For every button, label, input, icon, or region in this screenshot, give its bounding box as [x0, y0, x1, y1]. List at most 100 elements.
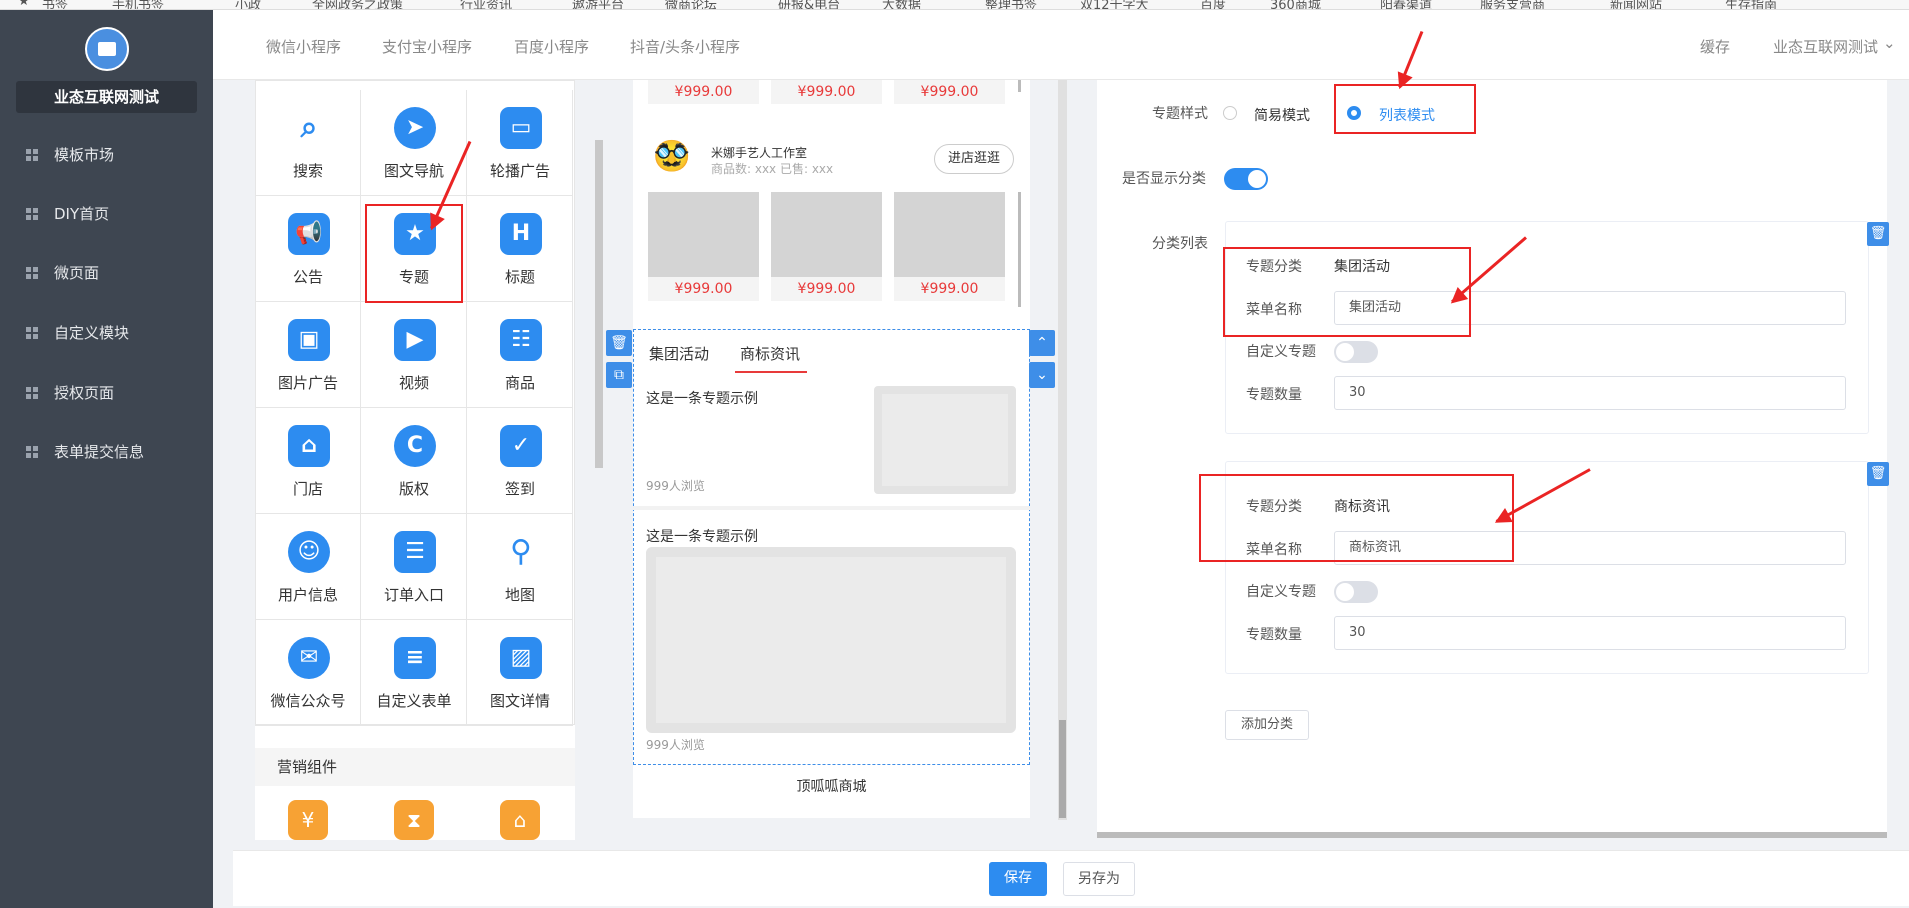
- component-label: 用户信息: [277, 586, 338, 604]
- move-up-button[interactable]: ⌃: [1029, 330, 1055, 356]
- delete-component-button[interactable]: 🗑: [606, 330, 632, 356]
- bookmark-item[interactable]: 小政: [235, 0, 261, 9]
- image-placeholder-icon: [874, 386, 1016, 494]
- article-title: 这是一条专题示例: [646, 529, 758, 545]
- price-label: ¥999.00: [771, 80, 882, 104]
- component-label: 版权: [398, 480, 429, 498]
- delete-category-button[interactable]: 🗑: [1867, 222, 1889, 246]
- product-image: [648, 192, 759, 277]
- coupon-icon[interactable]: ¥: [288, 800, 328, 840]
- bookmark-item[interactable]: 360商城: [1270, 0, 1321, 9]
- topic-count-input[interactable]: 30: [1334, 616, 1846, 650]
- component-search[interactable]: ⌕ 搜索: [255, 90, 361, 196]
- bookmark-item[interactable]: 行业资讯: [460, 0, 512, 9]
- article-title: 这是一条专题示例: [646, 391, 758, 407]
- bookmark-item[interactable]: 服务支营商: [1480, 0, 1545, 9]
- component-order-entry[interactable]: ☰ 订单入口: [361, 514, 467, 620]
- component-heading[interactable]: H 标题: [467, 196, 573, 302]
- sidebar-item-micro-page[interactable]: 微页面: [26, 258, 99, 288]
- bookmark-item[interactable]: 手机书签: [112, 0, 164, 9]
- topic-count-input[interactable]: 30: [1334, 376, 1846, 410]
- basket-icon: ☷: [500, 319, 542, 361]
- picture-detail-icon: ▨: [500, 637, 542, 679]
- account-menu[interactable]: 业态互联网测试: [1773, 36, 1878, 57]
- bookmark-item[interactable]: 全网政务之政策: [312, 0, 403, 9]
- component-video[interactable]: ▶ 视频: [361, 302, 467, 408]
- sidebar-item-template-market[interactable]: 模板市场: [26, 140, 114, 170]
- category-list-label: 分类列表: [1152, 236, 1208, 252]
- topic-count-label: 专题数量: [1246, 387, 1302, 403]
- bookmark-item[interactable]: 生存指南: [1725, 0, 1777, 9]
- bookmark-bar: ★ 书签 手机书签 小政 全网政务之政策 行业资讯 遨游平台 微商论坛 研报&电…: [0, 0, 1909, 10]
- bookmark-item[interactable]: 双12千字大: [1080, 0, 1149, 9]
- tab-douyin-miniprogram[interactable]: 抖音/头条小程序: [630, 36, 740, 57]
- sidebar-item-label: 授权页面: [54, 384, 115, 402]
- component-label: 地图: [504, 586, 535, 604]
- config-horizontal-scrollbar[interactable]: [1097, 832, 1887, 838]
- bookmark-item[interactable]: 阳春渠道: [1380, 0, 1432, 9]
- bookmark-item[interactable]: 新闻网站: [1610, 0, 1662, 9]
- component-label: 门店: [292, 480, 323, 498]
- carousel-icon: ▭: [500, 107, 542, 149]
- add-category-button[interactable]: 添加分类: [1225, 710, 1309, 740]
- cache-button[interactable]: 缓存: [1700, 36, 1730, 57]
- copy-component-button[interactable]: ⧉: [606, 362, 632, 388]
- component-label: 标题: [504, 268, 535, 286]
- custom-topic-toggle[interactable]: [1334, 581, 1378, 603]
- tab-baidu-miniprogram[interactable]: 百度小程序: [514, 36, 589, 57]
- component-user-info[interactable]: ☺ 用户信息: [255, 514, 361, 620]
- clipboard-icon: ☰: [394, 531, 436, 573]
- grid-icon: [26, 267, 38, 279]
- tab-wechat-miniprogram[interactable]: 微信小程序: [266, 36, 341, 57]
- radio-label-simple: 简易模式: [1254, 108, 1310, 124]
- component-announcement[interactable]: 📢 公告: [255, 196, 361, 302]
- bookmark-item[interactable]: 研报&电台: [778, 0, 840, 9]
- bookmark-item[interactable]: 大数据: [882, 0, 921, 9]
- sidebar-item-custom-module[interactable]: 自定义模块: [26, 318, 129, 348]
- component-product[interactable]: ☷ 商品: [467, 302, 573, 408]
- show-category-toggle[interactable]: [1224, 168, 1268, 190]
- bookmark-item[interactable]: 微商论坛: [665, 0, 717, 9]
- save-as-button[interactable]: 另存为: [1063, 862, 1135, 896]
- product-image: [894, 192, 1005, 277]
- grid-icon: [26, 327, 38, 339]
- component-scrollbar[interactable]: [595, 140, 603, 468]
- store-avatar-icon: 🥸: [653, 139, 691, 174]
- sidebar-item-form-submissions[interactable]: 表单提交信息: [26, 437, 144, 467]
- component-wechat-official[interactable]: ✉ 微信公众号: [255, 620, 361, 726]
- component-map[interactable]: ⚲ 地图: [467, 514, 573, 620]
- sidebar-item-label: 自定义模块: [54, 324, 130, 342]
- delete-category-button[interactable]: 🗑: [1867, 462, 1889, 486]
- tab-alipay-miniprogram[interactable]: 支付宝小程序: [382, 36, 472, 57]
- bookmark-item[interactable]: 百度: [1200, 0, 1226, 9]
- bookmark-item[interactable]: 书签: [42, 0, 68, 9]
- sidebar-item-diy-home[interactable]: DIY首页: [26, 199, 109, 229]
- preview-scrollbar[interactable]: [1059, 720, 1066, 818]
- shop-icon[interactable]: ⌂: [500, 800, 540, 840]
- tab-trademark-news[interactable]: 商标资讯: [740, 343, 800, 364]
- radio-simple-mode[interactable]: [1223, 106, 1237, 120]
- component-checkin[interactable]: ✓ 签到: [467, 408, 573, 514]
- price-label: ¥999.00: [894, 277, 1005, 301]
- component-copyright[interactable]: C 版权: [361, 408, 467, 514]
- component-carousel[interactable]: ▭ 轮播广告: [467, 90, 573, 196]
- tab-group-activity[interactable]: 集团活动: [649, 343, 709, 364]
- component-image-ad[interactable]: ▣ 图片广告: [255, 302, 361, 408]
- grid-icon: [26, 208, 38, 220]
- custom-topic-toggle[interactable]: [1334, 341, 1378, 363]
- hourglass-icon[interactable]: ⧗: [394, 800, 434, 840]
- component-store[interactable]: ⌂ 门店: [255, 408, 361, 514]
- chevron-down-icon[interactable]: ⌄: [1883, 34, 1896, 52]
- component-picture-detail[interactable]: ▨ 图文详情: [467, 620, 573, 726]
- sidebar-item-auth-page[interactable]: 授权页面: [26, 378, 114, 408]
- move-down-button[interactable]: ⌄: [1029, 362, 1055, 388]
- navigation-icon: ➤: [394, 107, 436, 149]
- save-button[interactable]: 保存: [989, 862, 1047, 896]
- bookmark-item[interactable]: 整理书签: [985, 0, 1037, 9]
- bookmark-item[interactable]: 遨游平台: [572, 0, 624, 9]
- component-label: 公告: [292, 268, 323, 286]
- product-scroll-indicator: [1018, 192, 1021, 307]
- shop-name: 业态互联网测试: [16, 81, 197, 113]
- component-custom-form[interactable]: ≡ 自定义表单: [361, 620, 467, 726]
- visit-store-button[interactable]: 进店逛逛: [934, 144, 1014, 174]
